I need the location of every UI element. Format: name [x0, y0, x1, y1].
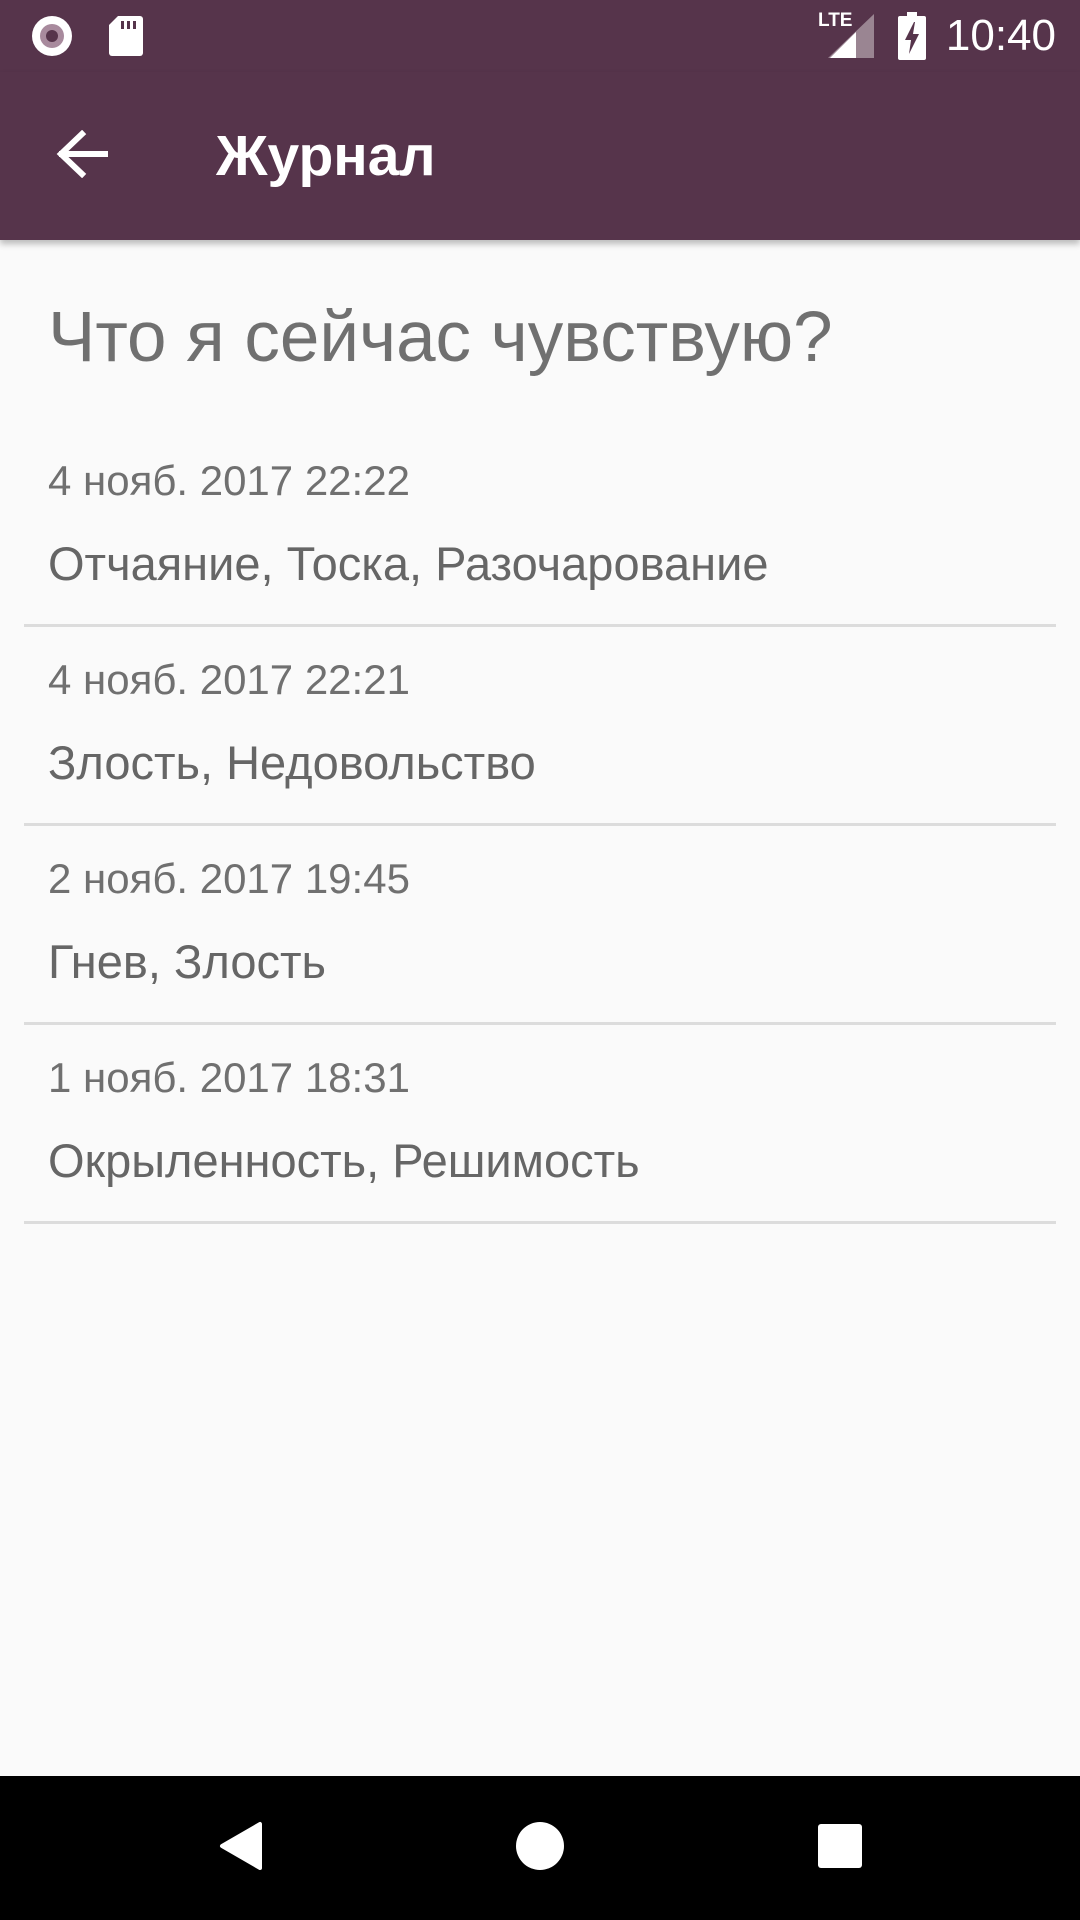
journal-entry[interactable]: 4 нояб. 2017 22:22 Отчаяние, Тоска, Разо…	[24, 428, 1056, 627]
entry-date: 4 нояб. 2017 22:21	[48, 656, 410, 703]
journal-entry[interactable]: 4 нояб. 2017 22:21 Злость, Недовольство	[24, 627, 1056, 826]
navigation-bar	[0, 1776, 1080, 1920]
entry-date: 4 нояб. 2017 22:22	[48, 457, 410, 504]
entry-list: 4 нояб. 2017 22:22 Отчаяние, Тоска, Разо…	[24, 428, 1056, 1224]
entry-feelings: Гнев, Злость	[48, 935, 326, 988]
nav-home-icon	[515, 1821, 565, 1876]
back-button[interactable]	[40, 114, 124, 198]
nav-recents-button[interactable]	[790, 1798, 890, 1898]
arrow-back-icon	[56, 129, 109, 183]
journal-heading: Что я сейчас чувствую?	[48, 298, 833, 377]
entry-feelings: Злость, Недовольство	[48, 736, 536, 789]
journal-entry[interactable]: 1 нояб. 2017 18:31 Окрыленность, Решимос…	[24, 1025, 1056, 1224]
page-title: Журнал	[216, 124, 436, 188]
battery-charging-icon	[898, 12, 926, 65]
status-bar: LTE 10:40	[0, 0, 1080, 72]
journal-entry[interactable]: 2 нояб. 2017 19:45 Гнев, Злость	[24, 826, 1056, 1025]
sd-card-icon	[108, 14, 144, 63]
app-bar: Журнал	[0, 72, 1080, 240]
journal-content: Что я сейчас чувствую? 4 нояб. 2017 22:2…	[0, 240, 1080, 1776]
status-time: 10:40	[945, 11, 1056, 60]
nav-back-icon	[216, 1820, 264, 1877]
nav-home-button[interactable]	[490, 1798, 590, 1898]
screen: LTE 10:40 Журнал Что я сейчас чувствую? …	[0, 0, 1080, 1920]
lte-signal-icon	[828, 14, 874, 63]
nav-back-button[interactable]	[190, 1798, 290, 1898]
entry-feelings: Окрыленность, Решимость	[48, 1134, 640, 1187]
entry-feelings: Отчаяние, Тоска, Разочарование	[48, 537, 769, 590]
nav-recents-icon	[817, 1823, 863, 1874]
entry-date: 2 нояб. 2017 19:45	[48, 855, 410, 902]
record-icon	[30, 14, 74, 63]
entry-date: 1 нояб. 2017 18:31	[48, 1054, 410, 1101]
